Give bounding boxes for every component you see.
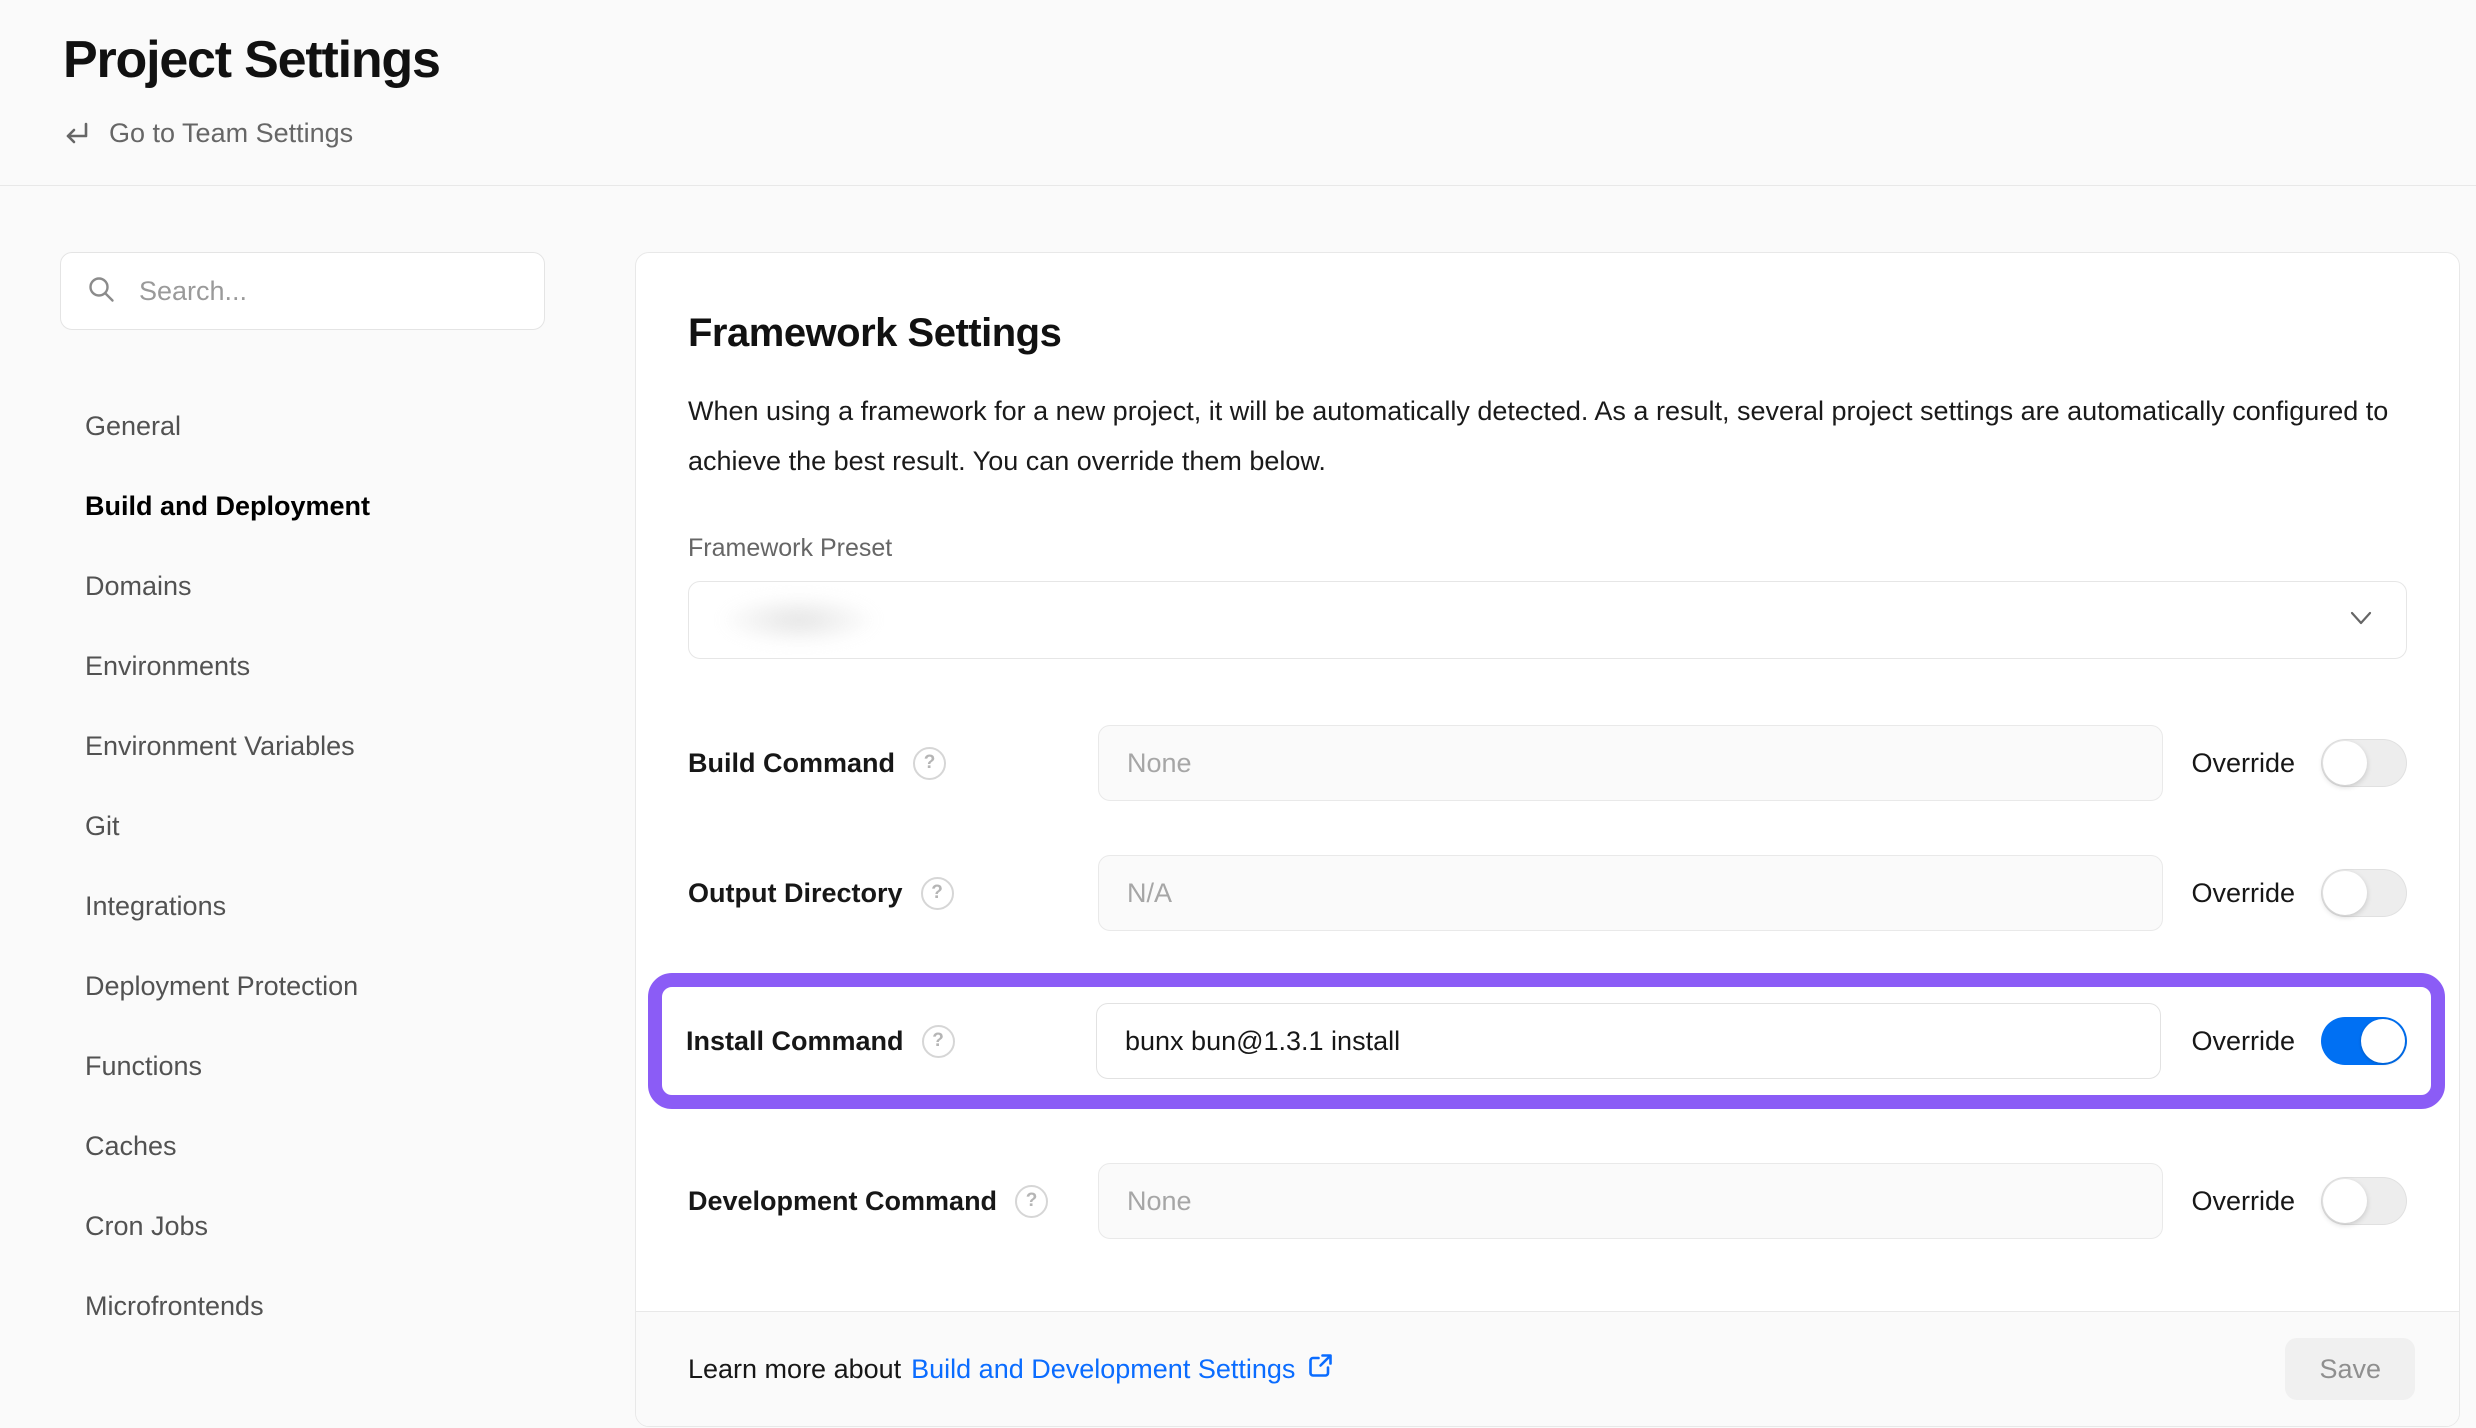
build-command-override: Override: [2191, 739, 2407, 787]
install-command-label: Install Command: [686, 1026, 904, 1057]
override-label: Override: [2191, 1026, 2295, 1057]
install-command-highlight: Install Command ? Override: [648, 973, 2445, 1109]
install-command-row: Install Command ? Override: [686, 1003, 2407, 1079]
output-directory-override: Override: [2191, 869, 2407, 917]
sidebar-item-deployment-protection[interactable]: Deployment Protection: [60, 946, 545, 1026]
framework-preset-select[interactable]: [688, 581, 2407, 659]
framework-settings-card: Framework Settings When using a framewor…: [635, 252, 2460, 1427]
sidebar-item-build-and-deployment[interactable]: Build and Deployment: [60, 466, 545, 546]
sidebar-search[interactable]: [60, 252, 545, 330]
card-footer: Learn more about Build and Development S…: [636, 1311, 2459, 1426]
go-to-team-settings-link[interactable]: Go to Team Settings: [63, 118, 353, 149]
save-button[interactable]: Save: [2285, 1338, 2415, 1400]
development-command-label-group: Development Command ?: [688, 1185, 1098, 1218]
override-label: Override: [2191, 1186, 2295, 1217]
install-command-input[interactable]: [1096, 1003, 2161, 1079]
help-icon[interactable]: ?: [922, 1025, 955, 1058]
build-command-label: Build Command: [688, 748, 895, 779]
sidebar-item-domains[interactable]: Domains: [60, 546, 545, 626]
footer-text-prefix: Learn more about: [688, 1354, 901, 1385]
sidebar-nav: GeneralBuild and DeploymentDomainsEnviro…: [60, 386, 545, 1346]
toggle-knob: [2323, 1179, 2367, 1223]
preset-value-redacted: [719, 595, 879, 645]
sidebar-item-environments[interactable]: Environments: [60, 626, 545, 706]
sidebar-item-git[interactable]: Git: [60, 786, 545, 866]
sidebar-item-integrations[interactable]: Integrations: [60, 866, 545, 946]
sidebar-item-environment-variables[interactable]: Environment Variables: [60, 706, 545, 786]
panel-description: When using a framework for a new project…: [688, 386, 2407, 486]
development-command-input[interactable]: [1098, 1163, 2163, 1239]
output-directory-input[interactable]: [1098, 855, 2163, 931]
page-header: Project Settings Go to Team Settings: [0, 0, 2476, 149]
toggle-knob: [2361, 1019, 2405, 1063]
build-command-input[interactable]: [1098, 725, 2163, 801]
development-command-row: Development Command ? Override: [688, 1163, 2407, 1239]
override-label: Override: [2191, 878, 2295, 909]
help-icon[interactable]: ?: [1015, 1185, 1048, 1218]
footer-link-label: Build and Development Settings: [911, 1354, 1295, 1385]
sidebar-item-microfrontends[interactable]: Microfrontends: [60, 1266, 545, 1346]
panel-title: Framework Settings: [688, 311, 2407, 356]
install-command-override-toggle[interactable]: [2321, 1017, 2407, 1065]
install-command-label-group: Install Command ?: [686, 1025, 1096, 1058]
search-input[interactable]: [137, 275, 520, 308]
development-command-label: Development Command: [688, 1186, 997, 1217]
sidebar-item-functions[interactable]: Functions: [60, 1026, 545, 1106]
output-directory-label: Output Directory: [688, 878, 903, 909]
search-icon: [85, 273, 117, 310]
help-icon[interactable]: ?: [913, 747, 946, 780]
toggle-knob: [2323, 871, 2367, 915]
external-link-icon: [1307, 1352, 1334, 1386]
framework-preset-label: Framework Preset: [688, 534, 2407, 563]
footer-text: Learn more about Build and Development S…: [688, 1352, 1334, 1386]
settings-sidebar: GeneralBuild and DeploymentDomainsEnviro…: [60, 252, 545, 1346]
help-icon[interactable]: ?: [921, 877, 954, 910]
override-label: Override: [2191, 748, 2295, 779]
install-command-override: Override: [2191, 1017, 2407, 1065]
build-and-development-settings-link[interactable]: Build and Development Settings: [911, 1352, 1334, 1386]
page-title: Project Settings: [63, 30, 2476, 90]
card-body: Framework Settings When using a framewor…: [636, 253, 2459, 1311]
sidebar-item-cron-jobs[interactable]: Cron Jobs: [60, 1186, 545, 1266]
return-arrow-icon: [63, 119, 93, 149]
build-command-override-toggle[interactable]: [2321, 739, 2407, 787]
output-directory-override-toggle[interactable]: [2321, 869, 2407, 917]
build-command-label-group: Build Command ?: [688, 747, 1098, 780]
output-directory-row: Output Directory ? Override: [688, 855, 2407, 931]
toggle-knob: [2323, 741, 2367, 785]
output-directory-label-group: Output Directory ?: [688, 877, 1098, 910]
project-settings-page: Project Settings Go to Team Settings: [0, 0, 2476, 1428]
development-command-override-toggle[interactable]: [2321, 1177, 2407, 1225]
content: GeneralBuild and DeploymentDomainsEnviro…: [0, 186, 2476, 1428]
settings-rows: Build Command ? Override Output Director…: [688, 725, 2407, 1311]
sidebar-item-caches[interactable]: Caches: [60, 1106, 545, 1186]
chevron-down-icon: [2346, 603, 2376, 638]
development-command-override: Override: [2191, 1177, 2407, 1225]
sidebar-item-general[interactable]: General: [60, 386, 545, 466]
back-link-label: Go to Team Settings: [109, 118, 353, 149]
build-command-row: Build Command ? Override: [688, 725, 2407, 801]
